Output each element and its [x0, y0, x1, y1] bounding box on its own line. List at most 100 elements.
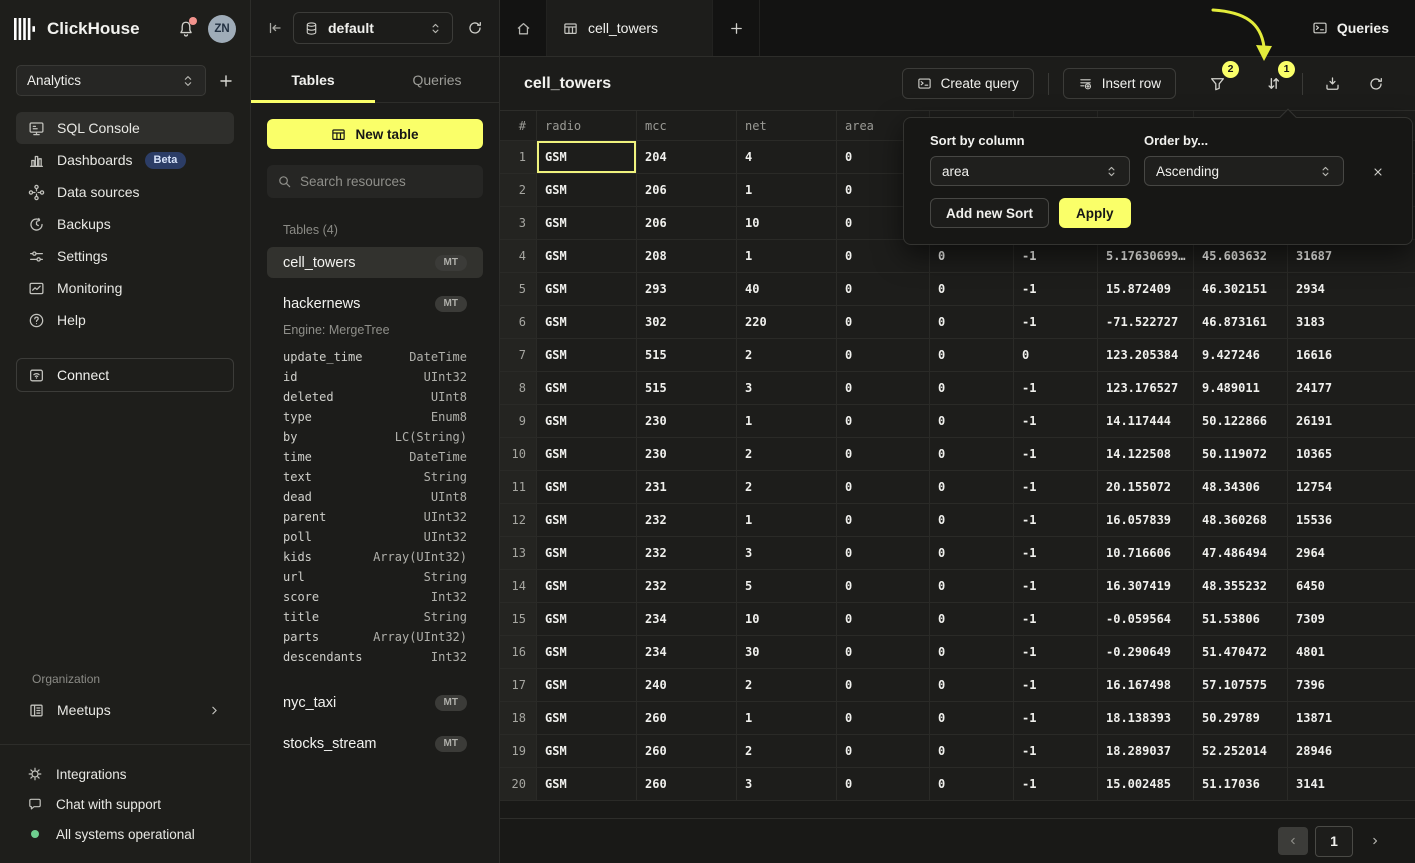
collapse-sidebar-icon[interactable]	[267, 20, 283, 36]
table-cell[interactable]: 3	[737, 768, 837, 801]
table-cell[interactable]: 0	[837, 735, 930, 768]
add-workspace-button[interactable]	[218, 73, 234, 89]
table-cell[interactable]: 2	[737, 438, 837, 471]
column-header[interactable]: radio	[537, 111, 637, 141]
table-cell[interactable]: 7396	[1288, 669, 1415, 702]
table-cell[interactable]: -1	[1014, 702, 1098, 735]
table-cell[interactable]: -1	[1014, 405, 1098, 438]
table-cell[interactable]: 0	[837, 669, 930, 702]
remove-sort-button[interactable]	[1372, 166, 1384, 181]
table-cell[interactable]: 0	[837, 438, 930, 471]
brand[interactable]: ClickHouse	[14, 18, 140, 40]
refresh-tables-icon[interactable]	[467, 20, 483, 36]
table-cell[interactable]: -1	[1014, 570, 1098, 603]
table-cell[interactable]: 0	[837, 570, 930, 603]
table-cell[interactable]: 40	[737, 273, 837, 306]
sidebar-item-monitoring[interactable]: Monitoring	[16, 272, 234, 304]
table-cell[interactable]: 52.252014	[1194, 735, 1288, 768]
sidebar-item-help[interactable]: Help	[16, 304, 234, 336]
table-cell[interactable]: -71.522727	[1098, 306, 1194, 339]
table-cell[interactable]: 13871	[1288, 702, 1415, 735]
tab-home[interactable]	[500, 0, 547, 56]
table-cell[interactable]: 123.176527	[1098, 372, 1194, 405]
table-cell[interactable]: 51.53806	[1194, 603, 1288, 636]
table-cell[interactable]: GSM	[537, 570, 637, 603]
table-cell[interactable]: 515	[637, 372, 737, 405]
table-cell[interactable]: 47.486494	[1194, 537, 1288, 570]
table-cell[interactable]: 14.122508	[1098, 438, 1194, 471]
table-cell[interactable]: 240	[637, 669, 737, 702]
footer-item-integrations[interactable]: Integrations	[16, 759, 234, 789]
table-cell[interactable]: 0	[837, 504, 930, 537]
table-cell[interactable]: 204	[637, 141, 737, 174]
current-page[interactable]: 1	[1315, 826, 1353, 857]
table-cell[interactable]: 0	[1014, 339, 1098, 372]
table-cell[interactable]: 18.289037	[1098, 735, 1194, 768]
table-cell[interactable]: 1	[737, 240, 837, 273]
table-cell[interactable]: 0	[930, 570, 1014, 603]
table-cell[interactable]: 16616	[1288, 339, 1415, 372]
table-cell[interactable]: 0	[837, 273, 930, 306]
table-cell[interactable]: 3	[737, 372, 837, 405]
table-cell[interactable]: 302	[637, 306, 737, 339]
table-cell[interactable]: 260	[637, 702, 737, 735]
table-cell[interactable]: 4801	[1288, 636, 1415, 669]
table-cell[interactable]: GSM	[537, 504, 637, 537]
table-cell[interactable]: 2	[737, 339, 837, 372]
table-cell[interactable]: 16.167498	[1098, 669, 1194, 702]
table-cell[interactable]: GSM	[537, 174, 637, 207]
table-cell[interactable]: 15.872409	[1098, 273, 1194, 306]
table-cell[interactable]: 1	[737, 174, 837, 207]
column-header[interactable]: net	[737, 111, 837, 141]
table-cell[interactable]: 26191	[1288, 405, 1415, 438]
tab-cell-towers[interactable]: cell_towers	[547, 0, 713, 56]
table-cell[interactable]: 0	[930, 339, 1014, 372]
table-cell[interactable]: -1	[1014, 504, 1098, 537]
table-cell[interactable]: 293	[637, 273, 737, 306]
table-cell[interactable]: 0	[930, 306, 1014, 339]
sidebar-item-backups[interactable]: Backups	[16, 208, 234, 240]
table-cell[interactable]: 51.17036	[1194, 768, 1288, 801]
table-item-stocks-stream[interactable]: stocks_streamMT	[267, 728, 483, 759]
table-cell[interactable]: 0	[930, 471, 1014, 504]
table-cell[interactable]: 6450	[1288, 570, 1415, 603]
table-cell[interactable]: 0	[930, 537, 1014, 570]
table-cell[interactable]: 0	[837, 372, 930, 405]
footer-item-all-systems-operational[interactable]: All systems operational	[16, 819, 234, 849]
table-cell[interactable]: -1	[1014, 306, 1098, 339]
column-header[interactable]: mcc	[637, 111, 737, 141]
table-cell[interactable]: 14.117444	[1098, 405, 1194, 438]
table-cell[interactable]: GSM	[537, 438, 637, 471]
table-cell[interactable]: 220	[737, 306, 837, 339]
table-cell[interactable]: -1	[1014, 438, 1098, 471]
table-cell[interactable]: 16.057839	[1098, 504, 1194, 537]
table-cell[interactable]: 0	[837, 636, 930, 669]
table-cell[interactable]: 2934	[1288, 273, 1415, 306]
table-cell[interactable]: GSM	[537, 405, 637, 438]
table-cell[interactable]: -1	[1014, 636, 1098, 669]
table-cell[interactable]: 208	[637, 240, 737, 273]
avatar[interactable]: ZN	[208, 15, 236, 43]
table-item-cell-towers[interactable]: cell_towersMT	[267, 247, 483, 278]
refresh-button[interactable]	[1361, 69, 1391, 99]
download-button[interactable]	[1317, 69, 1347, 99]
table-cell[interactable]: 30	[737, 636, 837, 669]
sidebar-item-dashboards[interactable]: DashboardsBeta	[16, 144, 234, 176]
table-cell[interactable]: 4	[737, 141, 837, 174]
table-cell[interactable]: 0	[837, 306, 930, 339]
table-cell[interactable]: 46.302151	[1194, 273, 1288, 306]
table-cell[interactable]: 230	[637, 438, 737, 471]
table-cell[interactable]: -1	[1014, 273, 1098, 306]
database-select[interactable]: default	[293, 12, 453, 44]
table-cell[interactable]: 232	[637, 504, 737, 537]
table-cell[interactable]: 15536	[1288, 504, 1415, 537]
table-cell[interactable]: 0	[930, 735, 1014, 768]
table-cell[interactable]: 24177	[1288, 372, 1415, 405]
table-cell[interactable]: -1	[1014, 735, 1098, 768]
table-cell[interactable]: 7309	[1288, 603, 1415, 636]
table-cell[interactable]: -0.059564	[1098, 603, 1194, 636]
table-cell[interactable]: 515	[637, 339, 737, 372]
table-cell[interactable]: -0.290649	[1098, 636, 1194, 669]
table-cell[interactable]: 3183	[1288, 306, 1415, 339]
table-cell[interactable]: 260	[637, 768, 737, 801]
